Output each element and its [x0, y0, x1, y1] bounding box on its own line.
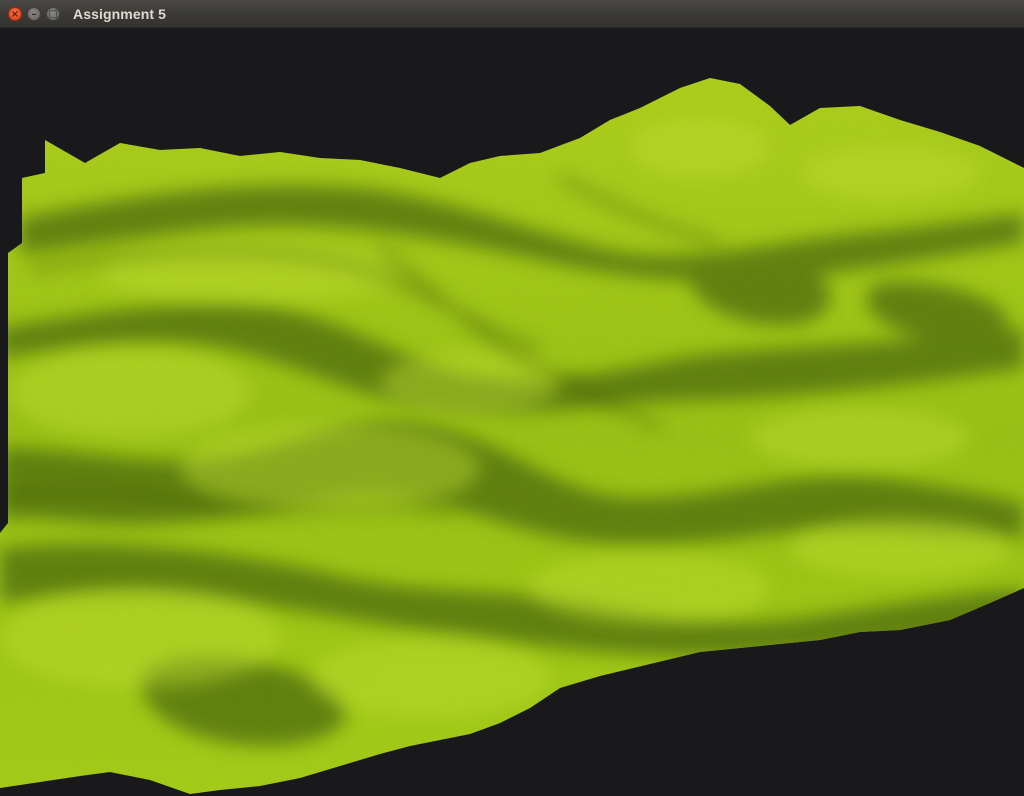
terrain-render: [0, 78, 1024, 794]
application-window: × – □ Assignment 5: [0, 0, 1024, 796]
opengl-viewport[interactable]: [0, 28, 1024, 796]
minimize-icon: –: [31, 9, 37, 20]
title-bar[interactable]: × – □ Assignment 5: [0, 0, 1024, 28]
close-icon: ×: [10, 9, 20, 20]
close-button[interactable]: ×: [8, 7, 22, 21]
maximize-icon: □: [48, 9, 58, 20]
minimize-button[interactable]: –: [27, 7, 41, 21]
window-title: Assignment 5: [73, 6, 166, 22]
maximize-button[interactable]: □: [46, 7, 60, 21]
